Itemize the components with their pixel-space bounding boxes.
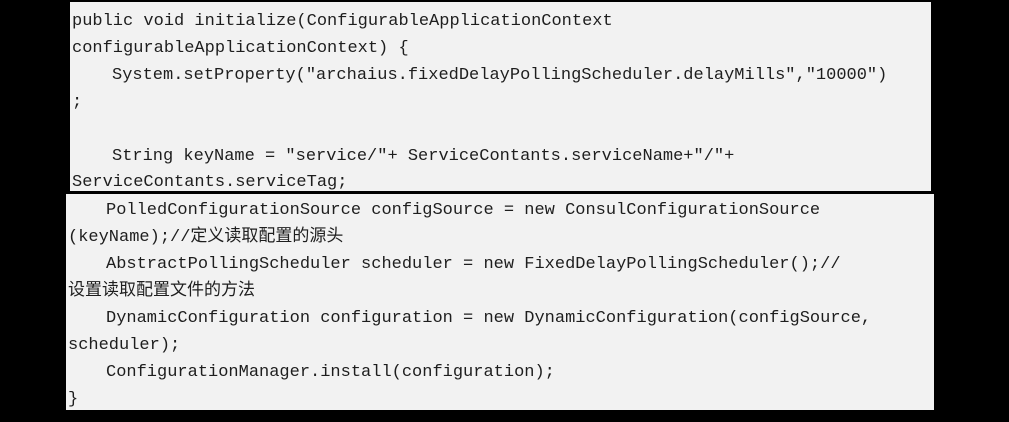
code-line: System.setProperty("archaius.fixedDelayP… — [112, 66, 888, 85]
code-line: ServiceContants.serviceTag; — [72, 173, 348, 192]
code-line: DynamicConfiguration configuration = new… — [106, 309, 872, 328]
code-line: configurableApplicationContext) { — [72, 39, 409, 58]
code-line: String keyName = "service/"+ ServiceCont… — [112, 147, 735, 166]
code-line: public void initialize(ConfigurableAppli… — [72, 12, 613, 31]
code-line: scheduler); — [68, 336, 181, 355]
code-line: ; — [72, 93, 83, 112]
code-line: PolledConfigurationSource configSource =… — [106, 201, 821, 220]
code-line: ConfigurationManager.install(configurati… — [106, 363, 555, 382]
code-block-top: public void initialize(ConfigurableAppli… — [70, 2, 931, 192]
code-line: AbstractPollingScheduler scheduler = new… — [106, 255, 841, 274]
code-line: } — [68, 390, 79, 409]
code-line: (keyName);//定义读取配置的源头 — [68, 228, 344, 247]
code-block-bottom: PolledConfigurationSource configSource =… — [66, 194, 934, 410]
code-line: 设置读取配置文件的方法 — [68, 282, 255, 301]
